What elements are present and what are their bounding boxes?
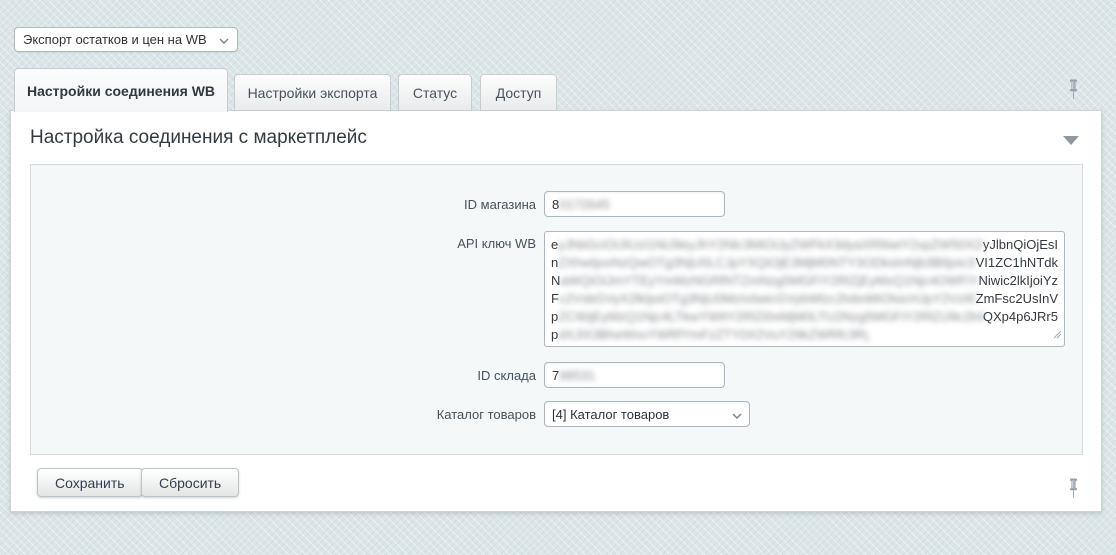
export-preset-select[interactable]: Экспорт остатков и цен на WB [14, 27, 238, 52]
shop-id-label: ID магазина [346, 197, 536, 212]
api-key-line: e yJhbGciOiJIUzI1NiJ9eyJhY2Nlc3MiOiJyZWF… [551, 236, 1058, 254]
save-button[interactable]: Сохранить [37, 468, 143, 497]
export-preset-value: Экспорт остатков и цен на WB [23, 32, 213, 47]
tab-export-settings[interactable]: Настройки экспорта [234, 74, 391, 111]
tab-connection-settings[interactable]: Настройки соединения WB [14, 68, 228, 112]
tab-access[interactable]: Доступ [480, 74, 557, 111]
redacted-segment: aWQiOiJmYTEyYmMzNGRlNTZmNzg5MGFiY2RlZjEy… [560, 272, 978, 290]
redacted-segment: dXJlX3BheWxvYWRfYmFzZTY0X2VuY29kZWRfc3Ry… [558, 326, 868, 344]
api-key-line: p dXJlX3BheWxvYWRfYmFzZTY0X2VuY29kZWRfc3… [551, 326, 1058, 344]
api-key-line: N aWQiOiJmYTEyYmMzNGRlNTZmNzg5MGFiY2RlZj… [551, 272, 1058, 290]
warehouse-id-label: ID склада [346, 368, 536, 383]
pushpin-icon[interactable] [1067, 478, 1080, 504]
reset-button[interactable]: Сбросить [141, 468, 239, 497]
catalog-select[interactable]: [4] Каталог товаров [544, 401, 750, 427]
tab-label: Настройки соединения WB [27, 83, 215, 99]
shop-id-input[interactable]: 8 0172645 [544, 191, 725, 217]
shop-id-redacted: 0172645 [559, 197, 610, 212]
api-key-line: p ZCI6IjEyMzQ1Njc4LTkwYWItY2RlZi0xMjM0LT… [551, 308, 1058, 326]
warehouse-id-input[interactable]: 7 98531 [544, 362, 725, 388]
tab-status[interactable]: Статус [398, 74, 472, 111]
section-title: Настройка соединения с маркетплейс [30, 127, 367, 149]
redacted-segment: ZCI6IjEyMzQ1Njc4LTkwYWItY2RlZi0xMjM0LTU2… [558, 308, 983, 326]
page: Экспорт остатков и цен на WB Настройки с… [0, 0, 1116, 555]
redacted-segment: yJhbGciOiJIUzI1NiJ9eyJhY2Nlc3MiOiJyZWFkX… [558, 236, 983, 254]
catalog-selected-value: [4] Каталог товаров [552, 407, 726, 422]
redacted-segment: ZXhwIjoxNzQwOTg3NjU0LCJpYXQiOjE3MjM0NTY3… [558, 254, 975, 272]
chevron-down-icon [732, 407, 742, 422]
shop-id-visible: 8 [552, 197, 559, 212]
catalog-label: Каталог товаров [346, 407, 536, 422]
api-key-line: n ZXhwIjoxNzQwOTg3NjU0LCJpYXQiOjE3MjM0NT… [551, 254, 1058, 272]
tab-label: Настройки экспорта [248, 85, 378, 101]
redacted-segment: c2VsbGVyX2lkIjoiOTg3NjU0MzIxIiwicGVybWlz… [559, 290, 976, 308]
pushpin-icon[interactable] [1067, 79, 1080, 105]
warehouse-id-redacted: 98531 [559, 368, 595, 383]
collapse-arrow-icon[interactable] [1063, 136, 1079, 145]
chevron-down-icon [219, 32, 229, 47]
tab-label: Статус [413, 85, 457, 101]
api-key-textarea[interactable]: e yJhbGciOiJIUzI1NiJ9eyJhY2Nlc3MiOiJyZWF… [544, 231, 1065, 347]
api-key-line: F c2VsbGVyX2lkIjoiOTg3NjU0MzIxIiwicGVybW… [551, 290, 1058, 308]
textarea-resize-handle[interactable] [1053, 326, 1062, 344]
warehouse-id-visible: 7 [552, 368, 559, 383]
api-key-label: API ключ WB [346, 236, 536, 251]
tab-label: Доступ [496, 85, 542, 101]
